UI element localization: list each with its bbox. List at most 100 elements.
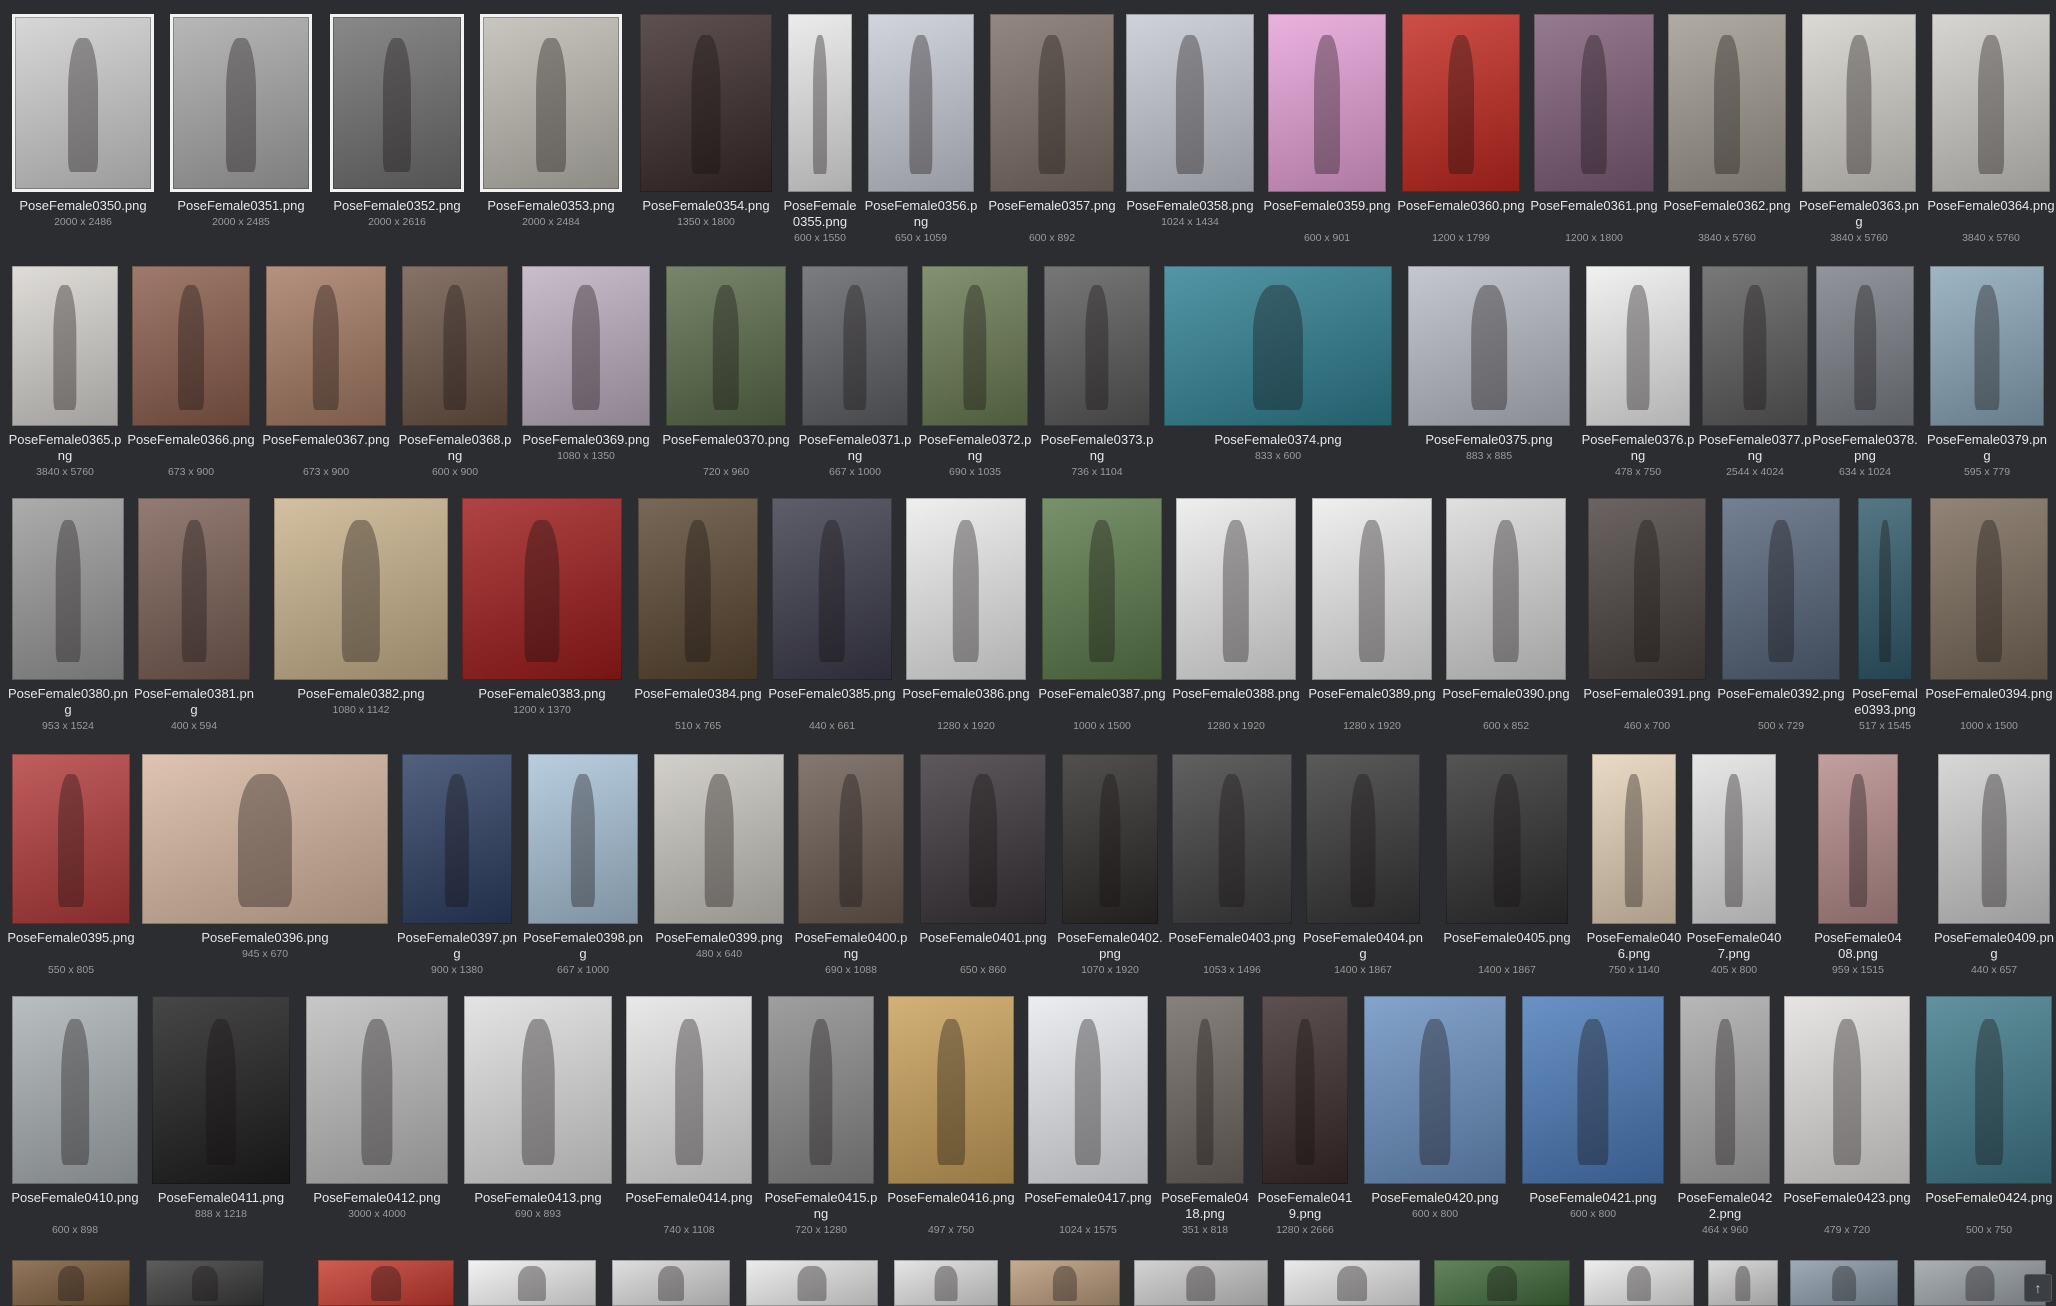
image-thumbnail[interactable] [1176,498,1296,680]
image-filename[interactable]: PoseFemale0421.png [1516,1190,1670,1206]
image-filename[interactable]: PoseFemale0382.png [268,686,454,702]
image-thumbnail[interactable] [142,754,388,924]
image-filename[interactable]: PoseFemale0369.png [516,432,656,448]
image-thumbnail[interactable] [402,754,512,924]
image-filename[interactable]: PoseFemale0376.png [1580,432,1696,464]
image-thumbnail[interactable] [1588,498,1706,680]
image-filename[interactable]: PoseFemale0355.png [782,198,858,230]
image-filename[interactable]: PoseFemale0409.png [1932,930,2056,962]
image-filename[interactable]: PoseFemale0413.png [458,1190,618,1206]
image-thumbnail[interactable] [1134,1260,1268,1306]
image-thumbnail[interactable] [1926,996,2052,1184]
image-filename[interactable]: PoseFemale0353.png [474,198,628,214]
image-thumbnail[interactable] [1446,754,1568,924]
image-filename[interactable]: PoseFemale0371.png [796,432,914,464]
image-thumbnail[interactable] [306,996,448,1184]
image-filename[interactable]: PoseFemale0394.png [1924,686,2054,702]
image-filename[interactable]: PoseFemale0350.png [6,198,160,214]
image-filename[interactable]: PoseFemale0422.png [1674,1190,1776,1222]
image-filename[interactable]: PoseFemale0352.png [324,198,470,214]
image-thumbnail[interactable] [318,1260,454,1306]
image-filename[interactable]: PoseFemale0384.png [632,686,764,702]
image-thumbnail[interactable] [330,14,464,192]
image-thumbnail[interactable] [464,996,612,1184]
image-thumbnail[interactable] [12,996,138,1184]
image-thumbnail[interactable] [1402,14,1520,192]
image-filename[interactable]: PoseFemale0399.png [648,930,790,946]
image-filename[interactable]: PoseFemale0424.png [1920,1190,2056,1206]
image-filename[interactable]: PoseFemale0386.png [900,686,1032,702]
image-thumbnail[interactable] [894,1260,998,1306]
image-thumbnail[interactable] [1722,498,1840,680]
image-thumbnail[interactable] [146,1260,264,1306]
image-thumbnail[interactable] [12,266,118,426]
image-thumbnail[interactable] [666,266,786,426]
image-thumbnail[interactable] [468,1260,596,1306]
image-filename[interactable]: PoseFemale0393.png [1852,686,1918,718]
image-thumbnail[interactable] [746,1260,878,1306]
image-thumbnail[interactable] [274,498,448,680]
image-thumbnail[interactable] [990,14,1114,192]
image-thumbnail[interactable] [266,266,386,426]
image-thumbnail[interactable] [798,754,904,924]
image-thumbnail[interactable] [612,1260,730,1306]
image-filename[interactable]: PoseFemale0381.png [132,686,256,718]
image-thumbnail[interactable] [1784,996,1910,1184]
image-filename[interactable]: PoseFemale0397.png [396,930,518,962]
image-filename[interactable]: PoseFemale0389.png [1306,686,1438,702]
image-filename[interactable]: PoseFemale0366.png [126,432,256,448]
image-filename[interactable]: PoseFemale0412.png [300,1190,454,1206]
image-thumbnail[interactable] [1312,498,1432,680]
image-filename[interactable]: PoseFemale0387.png [1036,686,1168,702]
image-filename[interactable]: PoseFemale0379.png [1924,432,2050,464]
image-filename[interactable]: PoseFemale0377.png [1696,432,1814,464]
image-filename[interactable]: PoseFemale0404.png [1300,930,1426,962]
image-filename[interactable]: PoseFemale0400.png [792,930,910,962]
image-thumbnail[interactable] [1042,498,1162,680]
image-thumbnail[interactable] [12,1260,130,1306]
image-filename[interactable]: PoseFemale0383.png [456,686,628,702]
image-thumbnail[interactable] [1680,996,1770,1184]
image-filename[interactable]: PoseFemale0357.png [984,198,1120,214]
image-filename[interactable]: PoseFemale0354.png [634,198,778,214]
image-filename[interactable]: PoseFemale0372.png [916,432,1034,464]
image-thumbnail[interactable] [1932,14,2050,192]
image-thumbnail[interactable] [12,498,124,680]
image-filename[interactable]: PoseFemale0356.png [862,198,980,230]
image-thumbnail[interactable] [1858,498,1912,680]
image-thumbnail[interactable] [1522,996,1664,1184]
image-thumbnail[interactable] [1930,498,2048,680]
image-thumbnail[interactable] [132,266,250,426]
image-filename[interactable]: PoseFemale0414.png [620,1190,758,1206]
image-thumbnail[interactable] [528,754,638,924]
image-filename[interactable]: PoseFemale0416.png [882,1190,1020,1206]
image-thumbnail[interactable] [1816,266,1914,426]
image-filename[interactable]: PoseFemale0363.png [1796,198,1922,230]
image-thumbnail[interactable] [462,498,622,680]
image-thumbnail[interactable] [1364,996,1506,1184]
image-thumbnail[interactable] [1284,1260,1420,1306]
image-filename[interactable]: PoseFemale0373.png [1038,432,1156,464]
image-thumbnail[interactable] [1584,1260,1694,1306]
image-filename[interactable]: PoseFemale0358.png [1120,198,1260,214]
image-thumbnail[interactable] [1306,754,1420,924]
image-thumbnail[interactable] [888,996,1014,1184]
image-thumbnail[interactable] [1028,996,1148,1184]
image-thumbnail[interactable] [170,14,312,192]
image-thumbnail[interactable] [1262,996,1348,1184]
image-thumbnail[interactable] [906,498,1026,680]
image-filename[interactable]: PoseFemale0388.png [1170,686,1302,702]
image-thumbnail[interactable] [1446,498,1566,680]
image-thumbnail[interactable] [626,996,752,1184]
image-thumbnail[interactable] [1268,14,1386,192]
image-thumbnail[interactable] [638,498,758,680]
image-thumbnail[interactable] [152,996,290,1184]
image-thumbnail[interactable] [12,14,154,192]
image-thumbnail[interactable] [480,14,622,192]
image-filename[interactable]: PoseFemale0367.png [260,432,392,448]
image-thumbnail[interactable] [12,754,130,924]
image-thumbnail[interactable] [1126,14,1254,192]
image-filename[interactable]: PoseFemale0408.png [1812,930,1904,962]
image-filename[interactable]: PoseFemale0380.png [6,686,130,718]
image-filename[interactable]: PoseFemale0405.png [1440,930,1574,946]
